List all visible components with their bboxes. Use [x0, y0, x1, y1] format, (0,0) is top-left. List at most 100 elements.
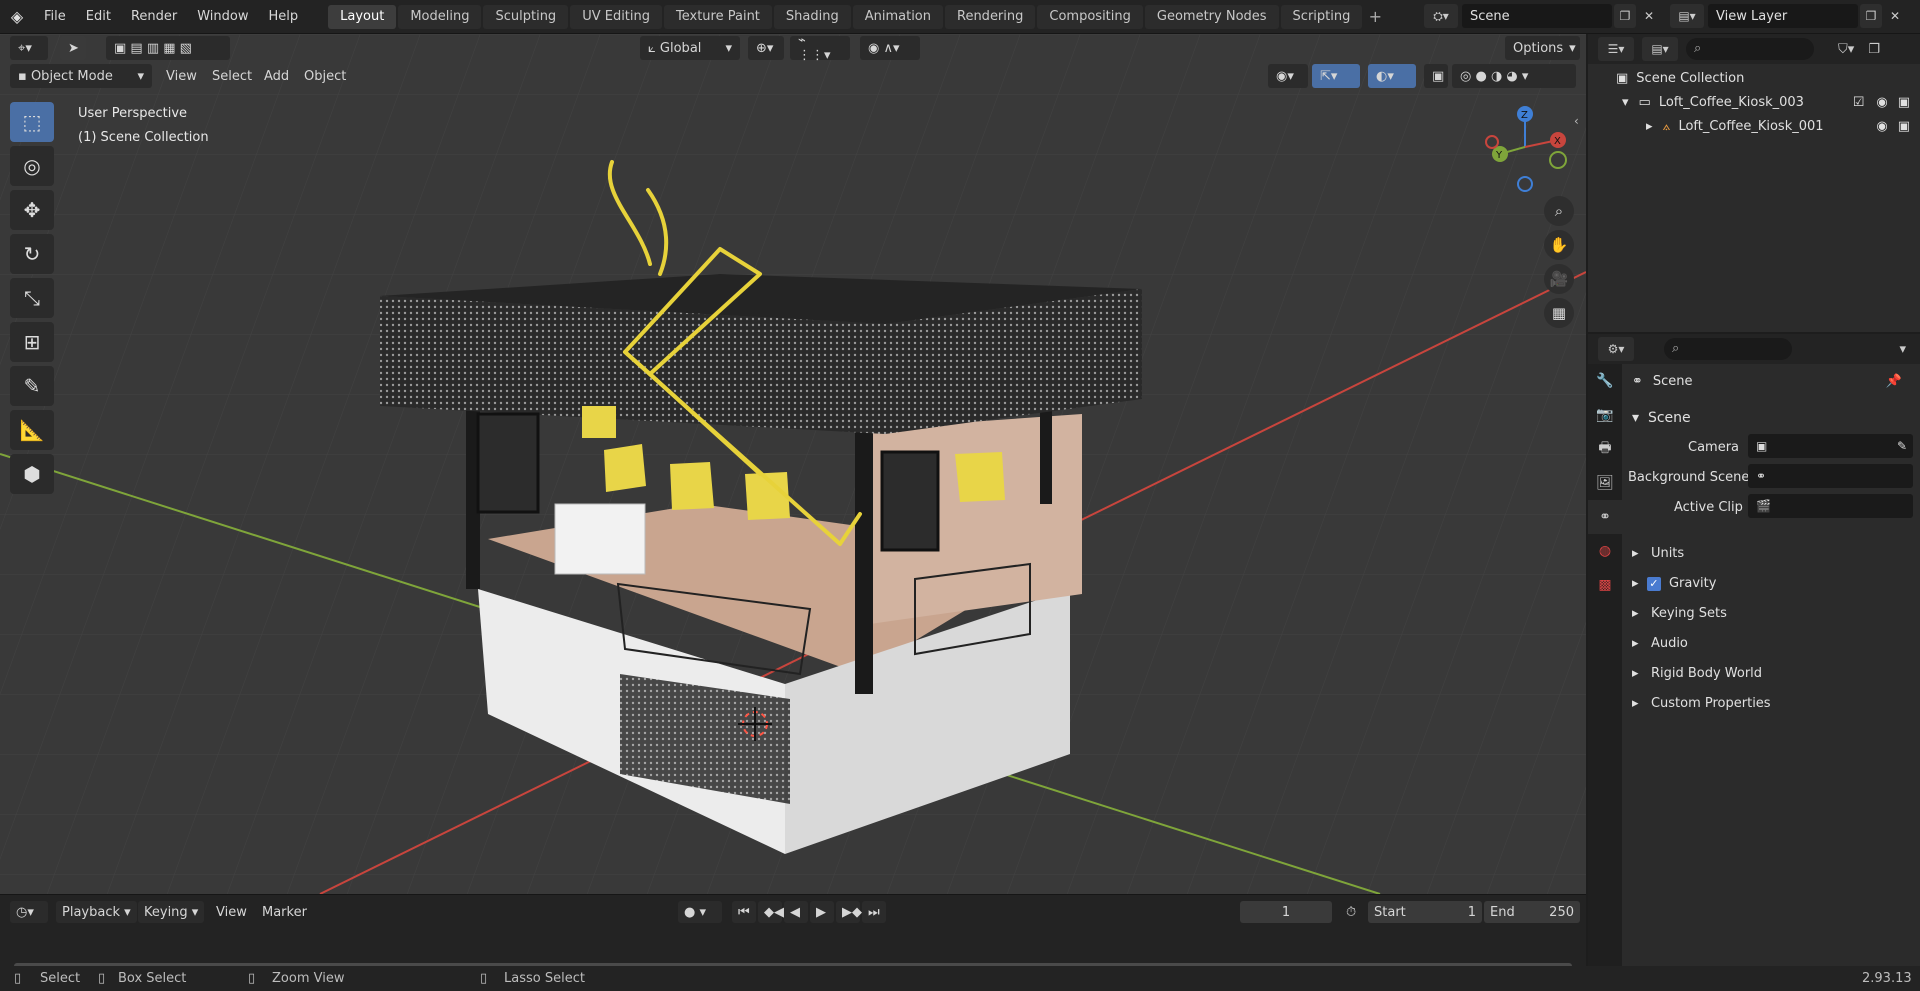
- select-box-tool-icon[interactable]: ⬚: [10, 102, 54, 142]
- xray-icon[interactable]: ▣: [1424, 64, 1448, 88]
- section-keying-sets[interactable]: ▸ Keying Sets: [1632, 606, 1727, 621]
- include-checkbox-icon[interactable]: ☑: [1853, 95, 1865, 110]
- outliner-row-scene-collection[interactable]: ▣ Scene Collection: [1616, 66, 1744, 90]
- prev-keyframe-icon[interactable]: ◆◀: [758, 901, 784, 923]
- viewport-menu-select[interactable]: Select: [204, 64, 260, 88]
- view-layer-field[interactable]: View Layer: [1708, 4, 1858, 28]
- perspective-toggle-icon[interactable]: ▦: [1544, 298, 1574, 328]
- record-icon[interactable]: ● ▾: [678, 901, 722, 923]
- render-tab-icon[interactable]: 📷: [1588, 398, 1622, 432]
- blender-logo-icon[interactable]: ◈: [0, 0, 34, 34]
- select-tool-icon[interactable]: ➤: [60, 36, 86, 60]
- view-layer-copy-icon[interactable]: ❐: [1860, 4, 1882, 28]
- view-layer-close-icon[interactable]: ✕: [1884, 4, 1906, 28]
- tab-texture-paint[interactable]: Texture Paint: [664, 4, 772, 29]
- camera-render-icon[interactable]: ▣: [1898, 119, 1910, 134]
- select-mode-icons[interactable]: ▣ ▤ ▥ ▦ ▧: [106, 36, 230, 60]
- sidebar-toggle-chevron-icon[interactable]: ‹: [1574, 114, 1579, 128]
- proportional-edit-icon[interactable]: ◉ ∧▾: [860, 36, 920, 60]
- tab-modeling[interactable]: Modeling: [398, 4, 482, 29]
- tab-compositing[interactable]: Compositing: [1037, 4, 1143, 29]
- camera-field[interactable]: ▣ ✎: [1748, 434, 1913, 458]
- next-keyframe-icon[interactable]: ▶◆: [836, 901, 862, 923]
- viewport-menu-add[interactable]: Add: [256, 64, 297, 88]
- world-tab-icon[interactable]: ◍: [1588, 534, 1622, 568]
- editor-type-icon[interactable]: ⌖▾: [10, 36, 48, 60]
- section-audio[interactable]: ▸ Audio: [1632, 636, 1688, 651]
- scene-close-icon[interactable]: ✕: [1638, 4, 1660, 28]
- pivot-point-icon[interactable]: ⊕▾: [748, 36, 784, 60]
- outliner-editor-type-icon[interactable]: ☰▾: [1598, 37, 1634, 61]
- menu-edit[interactable]: Edit: [76, 4, 121, 30]
- frame-ruler[interactable]: 1 10 20 30 40 50 60 70 80 90 100 110 120…: [0, 929, 1586, 987]
- scene-browse-icon[interactable]: ⛭▾: [1424, 4, 1458, 28]
- add-workspace-icon[interactable]: +: [1364, 6, 1386, 28]
- eye-icon[interactable]: ◉: [1876, 95, 1887, 110]
- active-clip-field[interactable]: 🎬: [1748, 494, 1913, 518]
- zoom-icon[interactable]: ⌕: [1544, 196, 1574, 226]
- tab-shading[interactable]: Shading: [773, 4, 851, 29]
- current-frame-field[interactable]: 1: [1240, 901, 1332, 923]
- tab-uv-editing[interactable]: UV Editing: [570, 4, 663, 29]
- outliner-search-input[interactable]: ⌕: [1686, 38, 1814, 60]
- options-dropdown[interactable]: Options ▾: [1505, 36, 1580, 60]
- expand-arrow-icon[interactable]: ▸: [1646, 119, 1653, 134]
- output-tab-icon[interactable]: 🖶: [1588, 432, 1622, 466]
- eye-icon[interactable]: ◉: [1876, 119, 1887, 134]
- timeline-menu-marker[interactable]: Marker: [256, 901, 313, 923]
- outliner-row-kiosk-003[interactable]: ▾ ▭ Loft_Coffee_Kiosk_003 ☑ ◉ ▣: [1622, 90, 1918, 114]
- rotate-tool-icon[interactable]: ↻: [10, 234, 54, 274]
- tool-tab-icon[interactable]: 🔧: [1588, 364, 1622, 398]
- pin-icon[interactable]: 📌: [1886, 374, 1902, 389]
- properties-search-input[interactable]: ⌕: [1664, 338, 1792, 360]
- gizmo-toggle-icon[interactable]: ⇱▾: [1312, 64, 1360, 88]
- jump-start-icon[interactable]: ⏮: [732, 901, 756, 923]
- display-mode-icon[interactable]: ▤▾: [1642, 37, 1678, 61]
- menu-render[interactable]: Render: [121, 4, 187, 30]
- visibility-icon[interactable]: ◉▾: [1268, 64, 1308, 88]
- scene-copy-icon[interactable]: ❐: [1614, 4, 1636, 28]
- texture-tab-icon[interactable]: ▩: [1588, 568, 1622, 602]
- background-scene-field[interactable]: ⚭: [1748, 464, 1913, 488]
- scale-tool-icon[interactable]: ⤡: [10, 278, 54, 318]
- menu-help[interactable]: Help: [259, 4, 309, 30]
- viewport-menu-object[interactable]: Object: [296, 64, 354, 88]
- tab-scripting[interactable]: Scripting: [1280, 4, 1363, 29]
- object-mode-dropdown[interactable]: ▪ Object Mode ▾: [10, 64, 152, 88]
- gravity-checkbox-icon[interactable]: ✓: [1646, 577, 1661, 591]
- tab-sculpting[interactable]: Sculpting: [483, 4, 569, 29]
- timeline-editor-type-icon[interactable]: ◷▾: [10, 901, 48, 923]
- timeline-menu-view[interactable]: View: [210, 901, 253, 923]
- scene-tab-icon[interactable]: ⚭: [1588, 500, 1622, 534]
- pan-hand-icon[interactable]: ✋: [1544, 230, 1574, 260]
- 3d-viewport[interactable]: ⌖▾ ➤ ▣ ▤ ▥ ▦ ▧ ⟀ Global ▾ ⊕▾ ⌁ ⋮⋮▾ ◉ ∧▾ …: [0, 34, 1586, 894]
- start-frame-field[interactable]: Start 1: [1368, 901, 1482, 923]
- eyedropper-icon[interactable]: ✎: [1897, 439, 1907, 453]
- section-gravity[interactable]: ▸ ✓ Gravity: [1632, 576, 1716, 591]
- expand-arrow-icon[interactable]: ▾: [1622, 95, 1629, 110]
- section-units[interactable]: ▸ Units: [1632, 546, 1684, 561]
- tab-rendering[interactable]: Rendering: [945, 4, 1036, 29]
- transform-orientation-dropdown[interactable]: ⟀ Global ▾: [640, 36, 740, 60]
- menu-file[interactable]: File: [34, 4, 76, 30]
- overlays-toggle-icon[interactable]: ◐▾: [1368, 64, 1416, 88]
- cursor-tool-icon[interactable]: ◎: [10, 146, 54, 186]
- new-collection-icon[interactable]: ❐: [1868, 42, 1880, 57]
- playback-menu[interactable]: Playback ▾: [56, 901, 137, 923]
- measure-tool-icon[interactable]: 📐: [10, 410, 54, 450]
- properties-editor-type-icon[interactable]: ⚙▾: [1598, 337, 1634, 361]
- navigation-gizmo[interactable]: Z X Y: [1480, 102, 1570, 192]
- end-frame-field[interactable]: End 250: [1484, 901, 1580, 923]
- camera-view-icon[interactable]: 🎥: [1544, 264, 1574, 294]
- viewport-menu-view[interactable]: View: [158, 64, 205, 88]
- add-cube-tool-icon[interactable]: ⬢: [10, 454, 54, 494]
- section-rigid-body-world[interactable]: ▸ Rigid Body World: [1632, 666, 1762, 681]
- view-layer-tab-icon[interactable]: 🖼: [1588, 466, 1622, 500]
- jump-end-icon[interactable]: ⏭: [862, 901, 886, 923]
- properties-options-icon[interactable]: ▾: [1899, 342, 1906, 357]
- view-layer-browse-icon[interactable]: ▤▾: [1670, 4, 1704, 28]
- menu-window[interactable]: Window: [187, 4, 258, 30]
- outliner-row-kiosk-001[interactable]: ▸ ⟑ Loft_Coffee_Kiosk_001 ◉ ▣: [1646, 114, 1918, 138]
- camera-render-icon[interactable]: ▣: [1898, 95, 1910, 110]
- filter-icon[interactable]: ⛉▾: [1838, 42, 1854, 57]
